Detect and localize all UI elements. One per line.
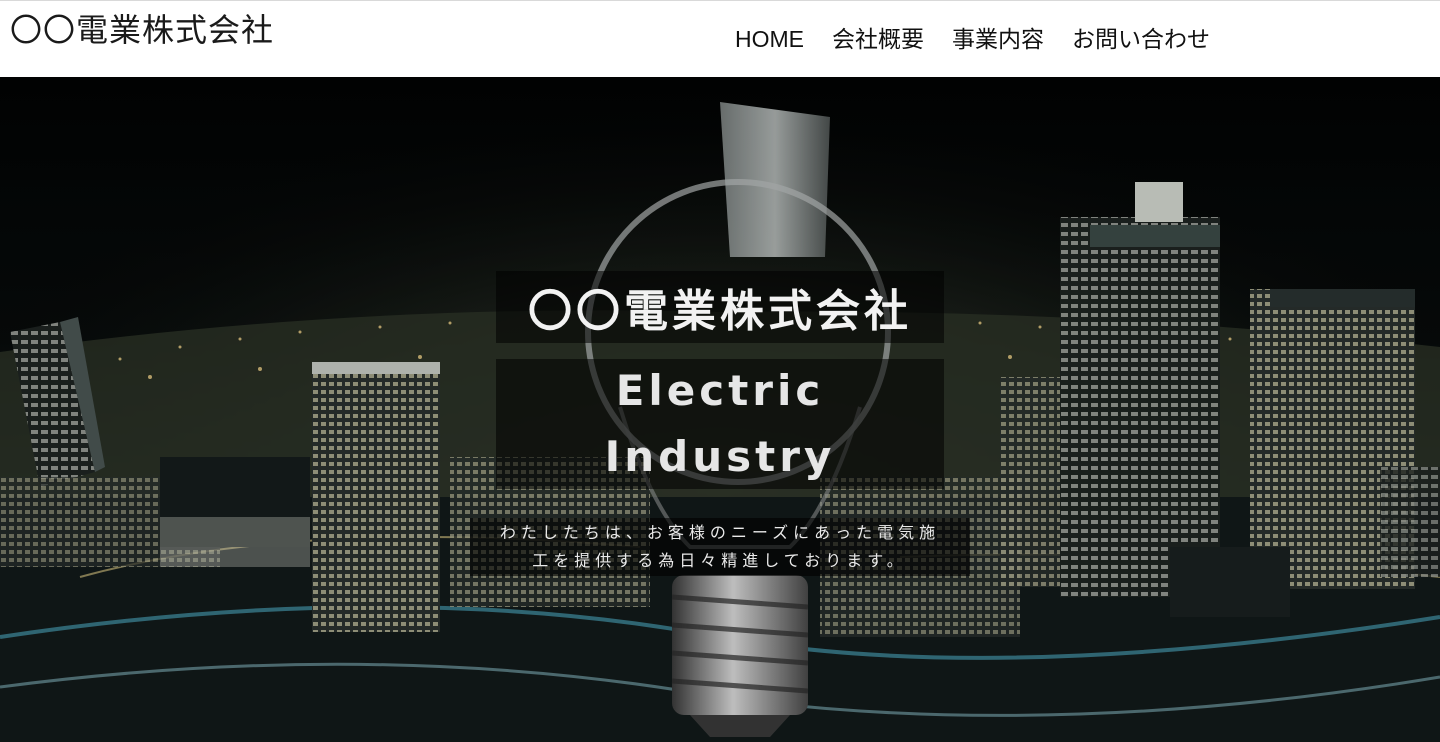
hero-tagline-line-2: 工を提供する為日々精進しております。 — [532, 551, 908, 570]
site-header: 〇〇電業株式会社 HOME 会社概要 事業内容 お問い合わせ — [0, 0, 1440, 77]
hero-tagline-box: わたしたちは、お客様のニーズにあった電気施 工を提供する為日々精進しております。 — [470, 518, 970, 576]
hero-title-box: 〇〇電業株式会社 — [496, 271, 944, 343]
hero-title: 〇〇電業株式会社 — [528, 286, 912, 337]
hero-section: 〇〇電業株式会社 Electric Industry わたしたちは、お客様のニー… — [0, 77, 1440, 742]
hero-subtitle-box: Electric Industry — [496, 359, 944, 489]
nav-item-business[interactable]: 事業内容 — [952, 23, 1044, 55]
hero-tagline-line-1: わたしたちは、お客様のニーズにあった電気施 — [499, 523, 941, 542]
nav-item-contact[interactable]: お問い合わせ — [1072, 23, 1210, 55]
site-logo[interactable]: 〇〇電業株式会社 — [10, 10, 274, 50]
hero-subtitle-line-1: Electric — [615, 366, 825, 415]
main-nav: HOME 会社概要 事業内容 お問い合わせ — [735, 23, 1210, 55]
nav-item-company-profile[interactable]: 会社概要 — [832, 23, 924, 55]
hero-subtitle-line-2: Industry — [604, 432, 836, 481]
nav-item-home[interactable]: HOME — [735, 23, 804, 55]
